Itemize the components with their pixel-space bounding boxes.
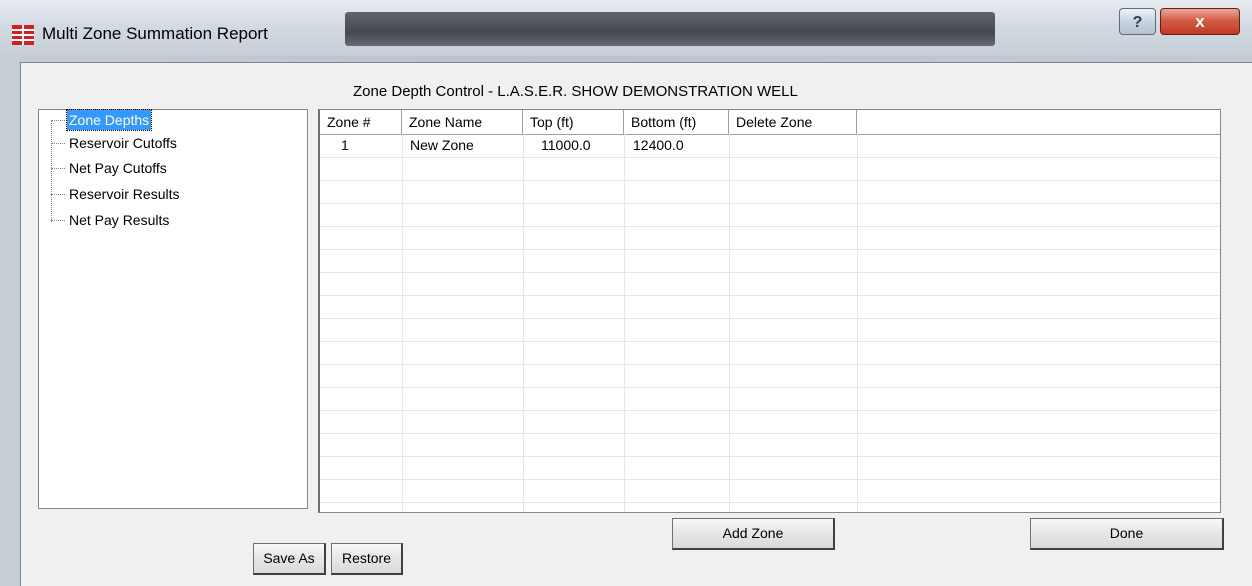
- grid-row-line: [320, 387, 1220, 388]
- cell-bottom[interactable]: 12400.0: [633, 134, 684, 157]
- cell-zone-num[interactable]: 1: [341, 134, 349, 157]
- navigation-tree[interactable]: Zone Depths Reservoir Cutoffs Net Pay Cu…: [38, 109, 308, 509]
- tree-item-net-pay-cutoffs[interactable]: Net Pay Cutoffs: [67, 158, 169, 178]
- done-button[interactable]: Done: [1030, 518, 1224, 550]
- grid-row-line: [320, 249, 1220, 250]
- background-window-strip: [345, 12, 995, 46]
- dialog-client-area: Zone Depth Control - L.A.S.E.R. SHOW DEM…: [20, 62, 1252, 586]
- app-icon: [12, 25, 34, 45]
- grid-row-line: [320, 456, 1220, 457]
- tree-connector: [51, 120, 65, 121]
- grid-row-line: [320, 226, 1220, 227]
- zone-depth-control-title: Zone Depth Control - L.A.S.E.R. SHOW DEM…: [353, 83, 798, 100]
- tree-item-net-pay-results[interactable]: Net Pay Results: [67, 210, 171, 230]
- title-bar[interactable]: Multi Zone Summation Report ? x: [0, 0, 1252, 56]
- cell-zone-name[interactable]: New Zone: [410, 134, 474, 157]
- grid-row-line: [320, 180, 1220, 181]
- tree-connector: [51, 220, 65, 221]
- grid-row-line: [320, 341, 1220, 342]
- tree-connector: [51, 194, 65, 195]
- grid-row-line: [320, 157, 1220, 158]
- column-header-zone-num[interactable]: Zone #: [320, 110, 402, 134]
- grid-row-line: [320, 203, 1220, 204]
- grid-row-line: [320, 364, 1220, 365]
- tree-item-reservoir-results[interactable]: Reservoir Results: [67, 184, 181, 204]
- column-header-delete-zone[interactable]: Delete Zone: [729, 110, 857, 134]
- tree-connector: [51, 168, 65, 169]
- close-button[interactable]: x: [1160, 8, 1240, 35]
- column-header-bottom[interactable]: Bottom (ft): [624, 110, 729, 134]
- grid-header: Zone # Zone Name Top (ft) Bottom (ft) De…: [320, 110, 1220, 135]
- column-header-zone-name[interactable]: Zone Name: [402, 110, 523, 134]
- grid-row-line: [320, 295, 1220, 296]
- tree-item-zone-depths[interactable]: Zone Depths: [65, 109, 153, 131]
- grid-row-line: [320, 410, 1220, 411]
- window-title: Multi Zone Summation Report: [42, 24, 268, 43]
- grid-row-line: [320, 433, 1220, 434]
- restore-button[interactable]: Restore: [331, 543, 403, 575]
- tree-connector: [51, 143, 65, 144]
- grid-row-line: [320, 502, 1220, 503]
- save-as-button[interactable]: Save As: [253, 543, 326, 575]
- column-header-top[interactable]: Top (ft): [523, 110, 624, 134]
- add-zone-button[interactable]: Add Zone: [672, 518, 835, 550]
- grid-row-line: [320, 318, 1220, 319]
- tree-connector: [51, 120, 52, 222]
- dialog-window: Multi Zone Summation Report ? x Zone Dep…: [0, 0, 1252, 586]
- help-button[interactable]: ?: [1119, 8, 1156, 35]
- cell-top[interactable]: 11000.0: [541, 134, 591, 157]
- tree-item-reservoir-cutoffs[interactable]: Reservoir Cutoffs: [67, 133, 179, 153]
- zone-grid[interactable]: Zone # Zone Name Top (ft) Bottom (ft) De…: [318, 109, 1221, 513]
- grid-row-line: [320, 479, 1220, 480]
- grid-row-line: [320, 272, 1220, 273]
